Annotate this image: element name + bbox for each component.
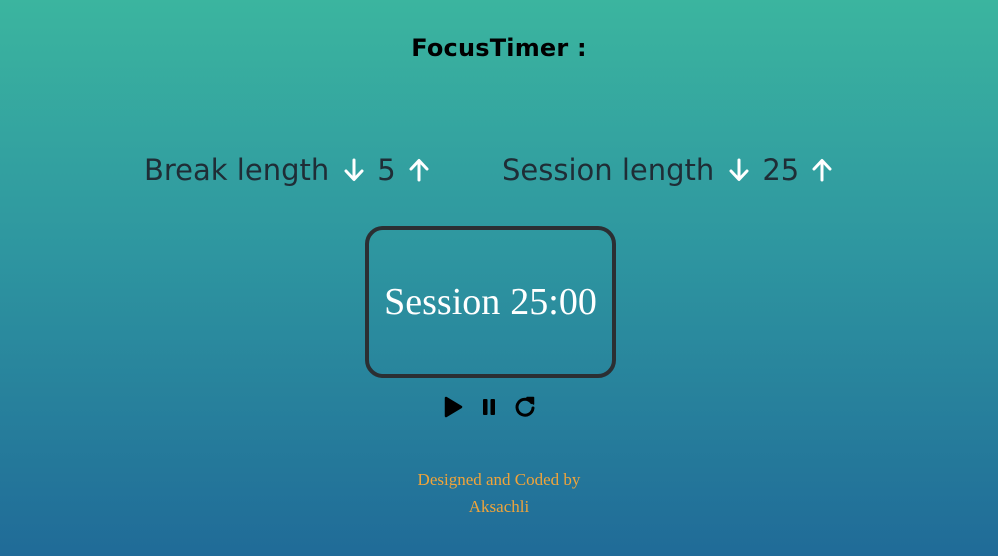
pause-button[interactable] — [476, 394, 502, 420]
reset-button[interactable] — [512, 394, 538, 420]
pause-icon — [483, 399, 495, 415]
break-increment-button[interactable] — [408, 156, 430, 184]
session-decrement-button[interactable] — [728, 156, 750, 184]
session-length-control: Session length 25 — [502, 148, 833, 192]
break-decrement-button[interactable] — [343, 156, 365, 184]
break-length-label: Break length — [144, 153, 330, 187]
arrow-up-icon — [409, 159, 429, 182]
session-increment-button[interactable] — [811, 156, 833, 184]
arrow-down-icon — [729, 158, 749, 181]
timer-time: 25:00 — [510, 281, 597, 323]
player-controls — [440, 394, 538, 420]
app-title: FocusTimer : — [411, 34, 587, 62]
arrow-up-icon — [812, 159, 832, 182]
footer-author: Aksachli — [468, 497, 530, 516]
timer-display: Session 25:00 — [365, 226, 616, 378]
session-length-label: Session length — [502, 153, 715, 187]
footer-credit: Designed and Coded by Aksachli — [0, 466, 998, 520]
play-button[interactable] — [440, 394, 466, 420]
break-length-control: Break length 5 — [144, 148, 430, 192]
arrow-down-icon — [344, 158, 364, 181]
refresh-icon — [515, 396, 535, 417]
timer-text: Session 25:00 — [384, 280, 597, 324]
break-length-value: 5 — [377, 153, 396, 187]
footer-line-1: Designed and Coded by — [417, 470, 581, 489]
length-controls: Break length 5 Session length 25 — [0, 148, 998, 192]
play-icon — [444, 396, 463, 418]
session-length-value: 25 — [762, 153, 800, 187]
timer-label: Session — [384, 281, 501, 323]
